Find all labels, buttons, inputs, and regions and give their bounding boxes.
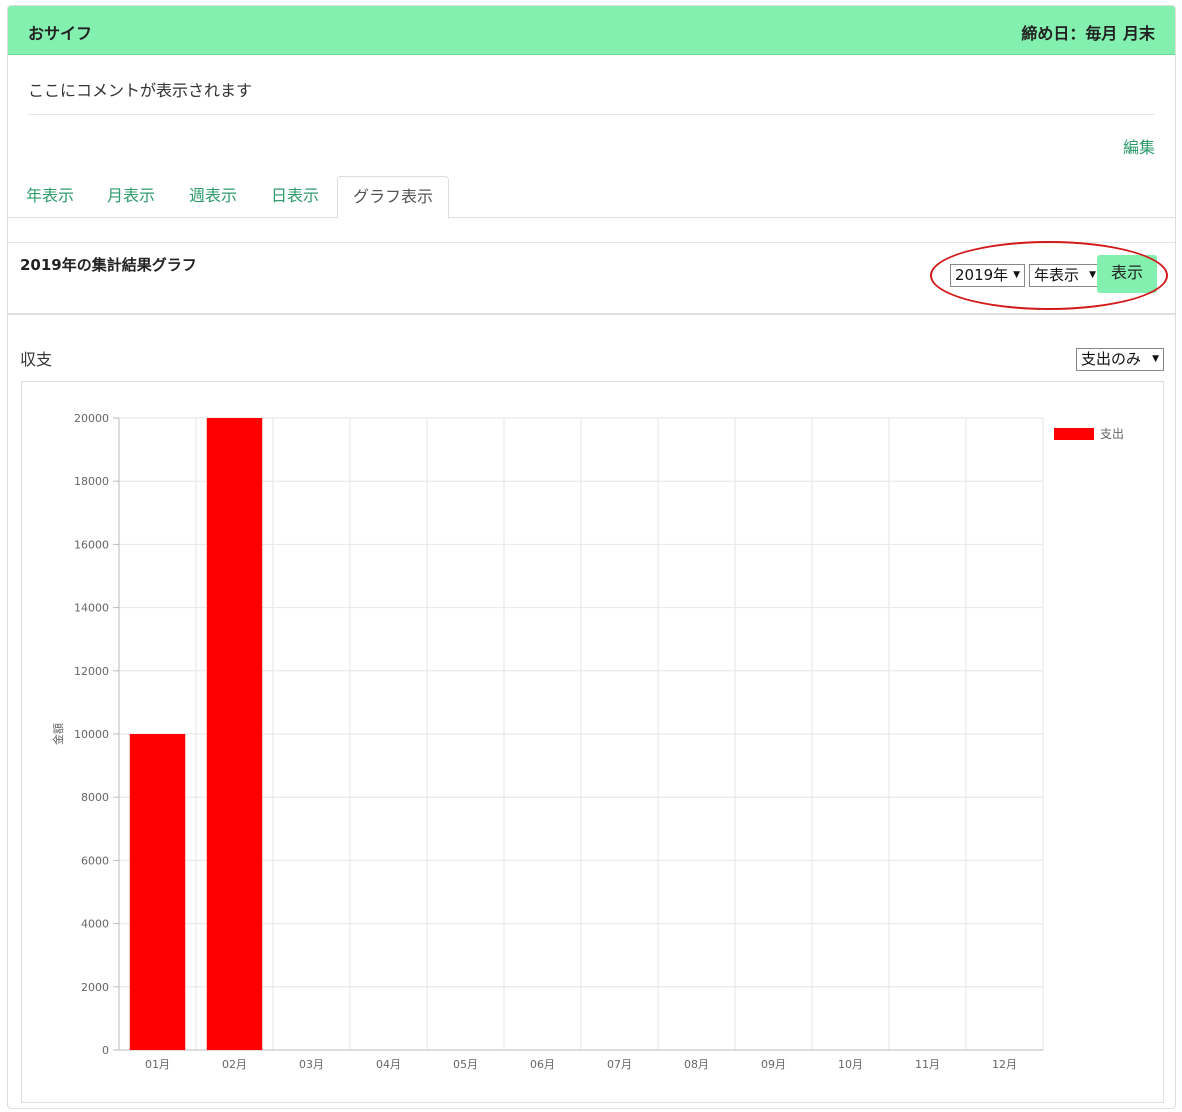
show-button[interactable]: 表示	[1097, 255, 1157, 293]
tab-week[interactable]: 週表示	[174, 176, 252, 218]
filter-select-value: 支出のみ	[1081, 350, 1142, 368]
closing-date: 締め日：毎月 月末	[1021, 24, 1155, 43]
y-tick-label: 20000	[74, 412, 109, 425]
y-tick-label: 10000	[74, 728, 109, 741]
y-tick-label: 4000	[81, 918, 109, 931]
chevron-down-icon: ▼	[1013, 270, 1020, 280]
legend-label: 支出	[1100, 427, 1124, 441]
x-tick-label: 05月	[453, 1058, 478, 1071]
x-tick-label: 10月	[838, 1058, 863, 1071]
balance-label: 収支	[20, 350, 53, 369]
expense-bar-chart: 0 2000 4000 6000 8000 10000 12000 14000 16000 180…	[51, 412, 1124, 1071]
edit-link[interactable]: 編集	[1123, 134, 1155, 158]
mode-select-value: 年表示	[1034, 266, 1080, 284]
y-tick-label: 8000	[81, 791, 109, 804]
y-axis-title: 金額	[51, 723, 65, 745]
y-tick-label: 14000	[74, 602, 109, 615]
y-tick-label: 0	[102, 1044, 109, 1057]
x-tick-label: 01月	[145, 1058, 170, 1071]
graph-title: 2019年の集計結果グラフ	[20, 256, 197, 274]
x-tick-label: 09月	[761, 1058, 786, 1071]
divider	[28, 114, 1155, 115]
bar-01月	[129, 734, 186, 1050]
chevron-down-icon: ▼	[1152, 354, 1159, 364]
panel-heading: おサイフ 締め日：毎月 月末	[8, 6, 1175, 55]
chart-container: 0 2000 4000 6000 8000 10000 12000 14000 16000 180…	[21, 381, 1164, 1103]
tab-day[interactable]: 日表示	[256, 176, 334, 218]
x-tick-label: 07月	[607, 1058, 632, 1071]
wallet-panel: おサイフ 締め日：毎月 月末 ここにコメントが表示されます 編集 年表示 月表示…	[7, 5, 1176, 1109]
x-tick-label: 11月	[915, 1058, 940, 1071]
x-tick-label: 12月	[992, 1058, 1017, 1071]
x-tick-label: 04月	[376, 1058, 401, 1071]
wallet-title: おサイフ	[28, 24, 93, 43]
y-tick-label: 2000	[81, 981, 109, 994]
y-tick-label: 12000	[74, 665, 109, 678]
tab-month[interactable]: 月表示	[92, 176, 170, 218]
tab-graph[interactable]: グラフ表示	[337, 176, 450, 219]
x-tick-label: 02月	[222, 1058, 247, 1071]
mode-select[interactable]: 年表示 ▼	[1029, 264, 1101, 287]
filter-select[interactable]: 支出のみ ▼	[1076, 348, 1164, 371]
comment-text: ここにコメントが表示されます	[28, 81, 253, 100]
chevron-down-icon: ▼	[1089, 270, 1096, 280]
x-tick-label: 08月	[684, 1058, 709, 1071]
legend-swatch	[1054, 428, 1094, 440]
x-tick-label: 06月	[530, 1058, 555, 1071]
bar-02月	[206, 418, 263, 1050]
y-tick-label: 18000	[74, 475, 109, 488]
year-select-value: 2019年	[955, 266, 1009, 284]
year-select[interactable]: 2019年 ▼	[950, 264, 1025, 287]
x-tick-label: 03月	[299, 1058, 324, 1071]
tab-year[interactable]: 年表示	[11, 176, 89, 218]
y-tick-label: 6000	[81, 854, 109, 867]
view-tabs: 年表示 月表示 週表示 日表示 グラフ表示	[8, 176, 1175, 219]
y-tick-label: 16000	[74, 538, 109, 551]
